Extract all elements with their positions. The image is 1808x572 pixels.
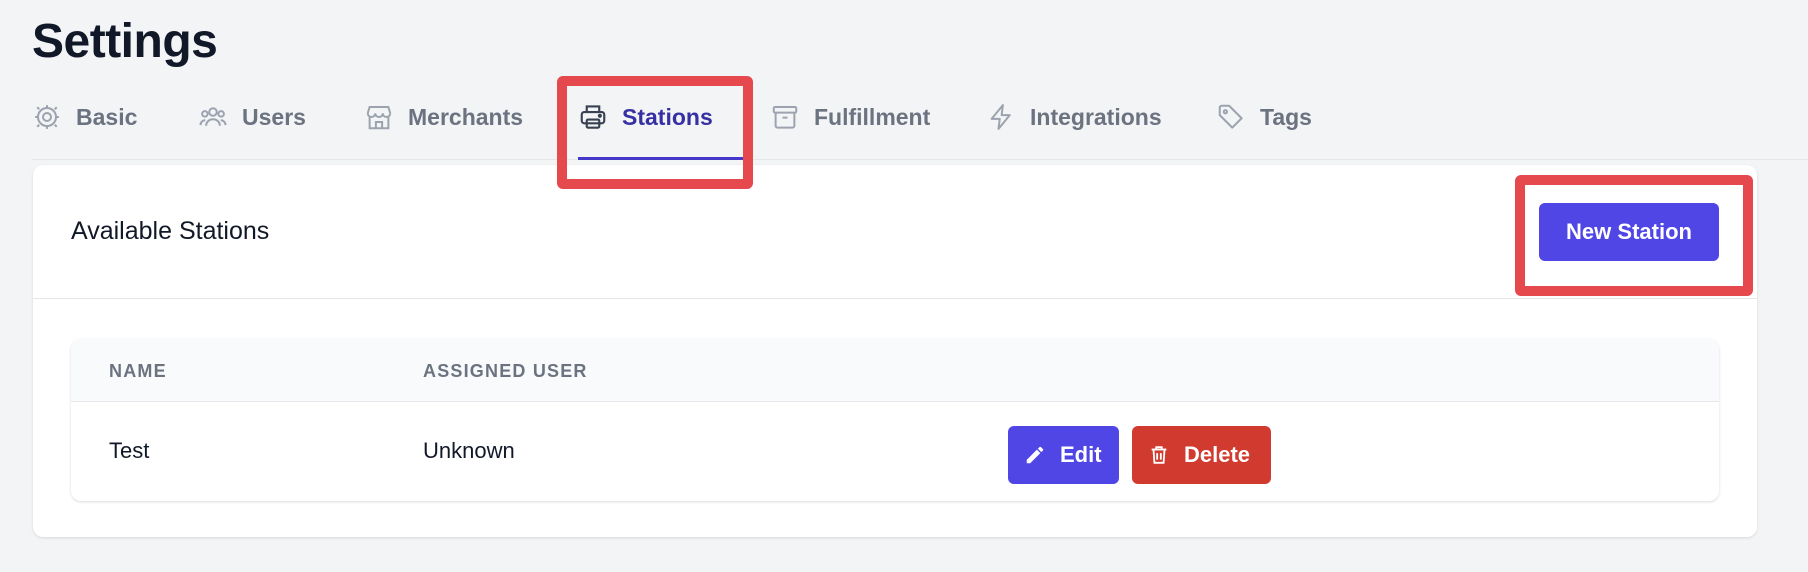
tab-label: Integrations [1030, 104, 1162, 130]
edit-button[interactable]: Edit [1008, 426, 1119, 484]
tab-stations[interactable]: Stations [578, 90, 748, 160]
new-station-button[interactable]: New Station [1539, 203, 1719, 261]
storefront-icon [364, 102, 394, 132]
station-name-cell: Test [109, 438, 150, 463]
tab-integrations[interactable]: Integrations [986, 90, 1162, 160]
card-header: Available Stations New Station [33, 165, 1757, 299]
settings-tabs: Basic Users Merchants Stations Fulfillme… [32, 90, 1808, 160]
page-title: Settings [32, 15, 218, 68]
pencil-icon [1024, 444, 1046, 466]
archive-box-icon [770, 102, 800, 132]
users-icon [198, 102, 228, 132]
tag-icon [1216, 102, 1246, 132]
column-header-assigned-user: ASSIGNED USER [423, 361, 588, 381]
tab-label: Stations [622, 104, 713, 130]
printer-icon [578, 102, 608, 132]
table-header: NAME ASSIGNED USER [71, 339, 1719, 402]
tab-label: Basic [76, 104, 138, 130]
tab-label: Tags [1260, 104, 1312, 130]
assigned-user-cell: Unknown [423, 438, 515, 463]
card-title: Available Stations [71, 217, 270, 245]
tab-basic[interactable]: Basic [32, 90, 137, 160]
lightning-icon [986, 102, 1016, 132]
table-row: Test Unknown Edit Delete [71, 402, 1719, 501]
tab-merchants[interactable]: Merchants [364, 90, 523, 160]
delete-button[interactable]: Delete [1132, 426, 1271, 484]
tab-label: Fulfillment [814, 104, 931, 130]
tab-users[interactable]: Users [198, 90, 306, 160]
tab-label: Merchants [408, 104, 524, 130]
gear-icon [32, 102, 62, 132]
column-header-name: NAME [109, 361, 167, 381]
tab-tags[interactable]: Tags [1216, 90, 1312, 160]
tab-label: Users [242, 104, 306, 130]
tab-fulfillment[interactable]: Fulfillment [770, 90, 930, 160]
edit-label: Edit [1060, 442, 1102, 467]
delete-label: Delete [1184, 442, 1251, 467]
settings-page: Settings Basic Users Merchants Stations [0, 0, 1808, 572]
stations-card: Available Stations New Station NAME ASSI… [33, 165, 1757, 537]
trash-icon [1148, 444, 1170, 466]
stations-table: NAME ASSIGNED USER Test Unknown Edit Del… [71, 339, 1719, 501]
